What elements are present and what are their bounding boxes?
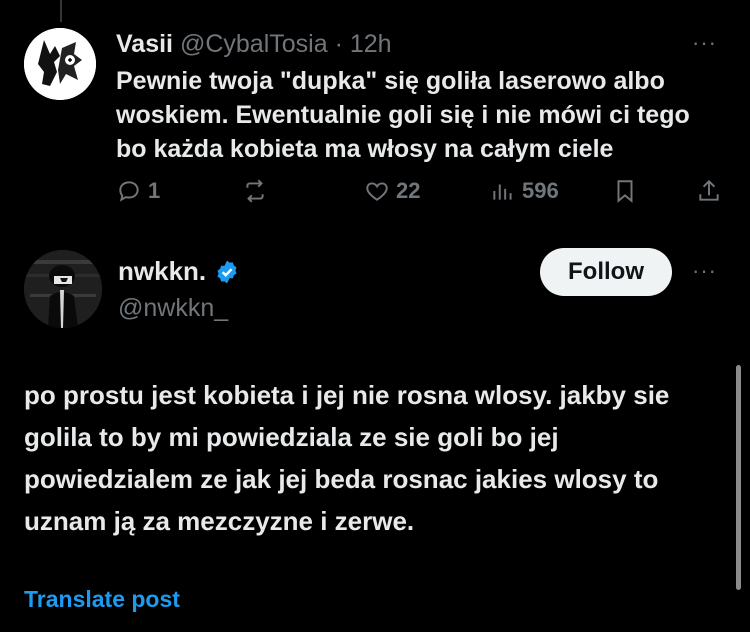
more-options-icon[interactable]: ··· [692,258,717,284]
post-text: po prostu jest kobieta i jej nie rosna w… [24,380,670,536]
translate-post-link[interactable]: Translate post [24,586,180,613]
repost-icon [246,179,264,203]
bookmark-icon [617,180,633,203]
avatar[interactable] [24,250,102,328]
views-button[interactable]: 596 [490,178,559,204]
author-name[interactable]: nwkkn. [118,256,206,287]
analytics-icon [493,184,512,200]
like-button[interactable]: 22 [364,178,420,204]
like-count: 22 [396,178,421,203]
avatar[interactable] [24,28,96,100]
repost-button[interactable] [242,178,268,204]
comment-icon [119,181,139,202]
main-tweet[interactable]: nwkkn. @nwkkn_ Follow ··· po prostu jest… [0,232,750,632]
heart-icon [366,182,388,201]
author-name[interactable]: Vasii [116,30,173,58]
reply-text: Pewnie twoja "dupka" się goliła laserowo… [116,67,690,163]
more-options-icon[interactable]: ··· [692,30,717,56]
reply-count: 1 [148,178,161,203]
reply-button[interactable]: 1 [116,178,160,204]
timestamp[interactable]: 12h [350,30,392,58]
view-count: 596 [522,178,559,203]
author-handle[interactable]: @nwkkn_ [118,294,228,323]
follow-button[interactable]: Follow [540,248,672,296]
separator-dot: · [334,30,343,58]
author-handle[interactable]: @CybalTosia [180,30,328,58]
action-bar: 1 22 596 [116,178,726,210]
bookmark-button[interactable] [612,178,638,204]
reply-tweet[interactable]: Vasii @CybalTosia · 12h ··· Pewnie twoja… [0,0,750,232]
scrollbar[interactable] [736,365,741,590]
reply-header: Vasii @CybalTosia · 12h [116,30,392,58]
share-button[interactable] [696,178,722,204]
author-name-row: nwkkn. [118,256,240,287]
share-icon [699,179,719,201]
verified-badge-icon [217,260,237,283]
